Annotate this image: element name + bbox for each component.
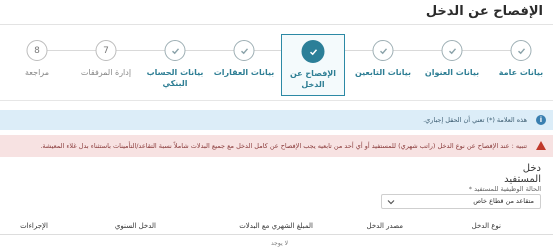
step-bank-account-info[interactable]: بيانات الحساب البنكي	[143, 34, 207, 96]
check-icon	[164, 40, 186, 61]
step-label: إدارة المرفقات	[80, 68, 132, 77]
step-attachments[interactable]: 7 إدارة المرفقات	[74, 34, 138, 96]
page-title: الإفصاح عن الدخل	[425, 4, 543, 19]
step-label: بيانات الحساب البنكي	[146, 68, 204, 88]
table-divider	[0, 234, 553, 235]
warning-alert: تنبيه : عند الإفصاح عن نوع الدخل (راتب ش…	[0, 135, 553, 157]
column-monthly-amount: المبلغ الشهري مع البدلات	[239, 222, 313, 230]
employment-status-select[interactable]: متقاعد من قطاع خاص	[381, 194, 541, 209]
info-alert: i هذه العلامة (*) تعني أن الحقل إجباري.	[0, 110, 553, 130]
table-empty-text: لا يوجد	[271, 240, 288, 247]
info-alert-text: هذه العلامة (*) تعني أن الحقل إجباري.	[423, 116, 527, 124]
step-label: الإفصاح عن الدخل	[289, 69, 337, 89]
step-label: بيانات عامة	[498, 68, 544, 77]
warning-icon	[536, 141, 546, 150]
step-income-disclosure[interactable]: الإفصاح عن الدخل	[281, 34, 345, 96]
chevron-down-icon	[387, 200, 395, 205]
info-icon: i	[536, 115, 546, 125]
section-subtitle: المستفيد	[504, 174, 541, 185]
check-icon	[441, 40, 463, 61]
section-divider	[0, 100, 553, 101]
column-income-source: مصدر الدخل	[366, 222, 403, 230]
step-label: بيانات التابعين	[354, 68, 412, 77]
step-label: مراجعة	[24, 68, 49, 77]
wizard-stepper: بيانات عامة بيانات العنوان بيانات التابع…	[0, 34, 553, 96]
step-general-info[interactable]: بيانات عامة	[489, 34, 553, 96]
check-icon	[372, 40, 394, 61]
check-icon	[301, 40, 325, 63]
step-number: 7	[95, 40, 117, 61]
step-review[interactable]: 8 مراجعة	[5, 34, 69, 96]
step-label: بيانات العنوان	[424, 68, 480, 77]
section-title: دخل	[522, 163, 541, 174]
step-number: 8	[26, 40, 48, 61]
column-annual-income: الدخل السنوي	[114, 222, 156, 230]
column-income-type: نوع الدخل	[471, 222, 501, 230]
step-label: بيانات العقارات	[213, 68, 275, 77]
step-dependents-info[interactable]: بيانات التابعين	[351, 34, 415, 96]
check-icon	[233, 40, 255, 61]
employment-status-value: متقاعد من قطاع خاص	[473, 197, 534, 205]
step-property-info[interactable]: بيانات العقارات	[212, 34, 276, 96]
check-icon	[510, 40, 532, 61]
employment-status-label: الحالة الوظيفية للمستفيد *	[468, 185, 541, 193]
column-actions: الإجراءات	[20, 222, 48, 230]
step-address-info[interactable]: بيانات العنوان	[420, 34, 484, 96]
title-divider	[0, 24, 553, 25]
income-table-header: نوع الدخل مصدر الدخل المبلغ الشهري مع ال…	[0, 222, 553, 234]
warning-alert-text: تنبيه : عند الإفصاح عن نوع الدخل (راتب ش…	[40, 142, 527, 150]
